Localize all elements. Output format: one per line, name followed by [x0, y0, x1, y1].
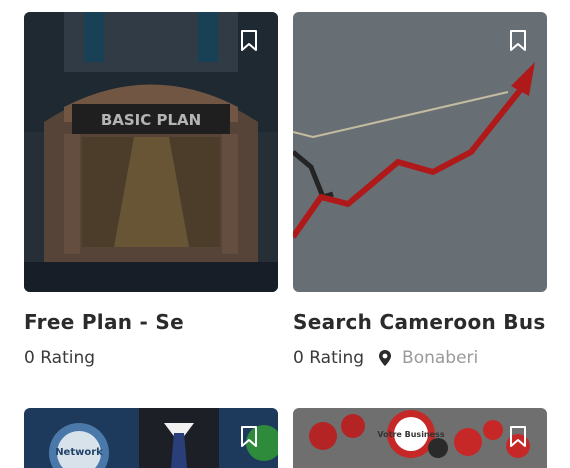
rating-count: 0 Rating: [24, 348, 96, 368]
listing-card[interactable]: Votre Business: [293, 408, 547, 468]
listing-image[interactable]: [293, 12, 547, 292]
bookmark-icon[interactable]: [240, 30, 258, 52]
location-text: Bonaberi: [402, 348, 479, 368]
listing-image[interactable]: BASIC PLAN: [24, 12, 278, 292]
bookmark-icon[interactable]: [509, 426, 527, 448]
listing-title[interactable]: Search Cameroon Busi: [293, 310, 547, 334]
listing-title[interactable]: Free Plan - Se: [24, 310, 278, 334]
listing-meta: 0 Rating Bonaberi: [293, 348, 547, 368]
bookmark-icon[interactable]: [240, 426, 258, 448]
listing-card[interactable]: BASIC PLAN Free Plan - Se 0 Rating: [24, 12, 278, 368]
votre-business-text: Votre Business: [377, 430, 444, 439]
basic-plan-storefront-image: BASIC PLAN: [24, 12, 278, 292]
growth-arrow-image: [293, 12, 547, 292]
rating-count: 0 Rating: [293, 348, 365, 368]
listing-image[interactable]: Network: [24, 408, 278, 468]
network-text: Network: [55, 447, 103, 458]
listing-card[interactable]: Network: [24, 408, 278, 468]
listing-meta: 0 Rating: [24, 348, 278, 368]
listing-image[interactable]: Votre Business: [293, 408, 547, 468]
bookmark-icon[interactable]: [509, 30, 527, 52]
listing-card[interactable]: Search Cameroon Busi 0 Rating Bonaberi: [293, 12, 547, 368]
map-pin-icon: [379, 350, 392, 366]
listing-location[interactable]: Bonaberi: [378, 348, 478, 368]
